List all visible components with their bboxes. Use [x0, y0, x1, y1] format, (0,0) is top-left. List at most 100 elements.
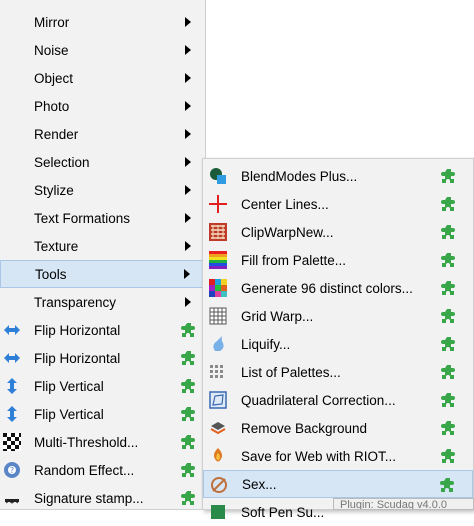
menu-item-sex[interactable]: Sex... [203, 470, 473, 498]
signature-stamp-icon [5, 499, 19, 504]
riot-icon [214, 448, 222, 462]
menu-item-blendmodes-plus[interactable]: BlendModes Plus... [203, 162, 473, 190]
menu-item-remove-background[interactable]: Remove Background [203, 414, 473, 442]
menu-item-label: Fill from Palette... [241, 252, 347, 268]
menu-item-photo[interactable]: Photo [0, 92, 205, 120]
checkerboard-icon [3, 433, 21, 451]
menu-item-list-of-palettes[interactable]: List of Palettes... [203, 358, 473, 386]
menu-item-label: Mirror [34, 14, 70, 30]
plugin-icon [181, 351, 195, 365]
menu-item-clipwarpnew[interactable]: ClipWarpNew... [203, 218, 473, 246]
svg-text:?: ? [10, 466, 14, 475]
menu-item-label: Flip Horizontal [34, 322, 121, 338]
plugin-icon [441, 253, 455, 267]
clipwarp-icon [209, 223, 227, 241]
menu-item-random-effect[interactable]: ? Random Effect... [0, 456, 205, 484]
menu-item-label: Text Formations [34, 210, 131, 226]
plugin-icon [440, 478, 454, 492]
plugin-icon [441, 225, 455, 239]
menu-item-label: Random Effect... [34, 462, 135, 478]
submenu-arrow-icon [185, 185, 191, 195]
flip-horizontal-icon [4, 325, 20, 335]
plugin-icon [441, 169, 455, 183]
menu-item-stylize[interactable]: Stylize [0, 176, 205, 204]
plugin-icon [441, 281, 455, 295]
menu-item-label: Signature stamp... [34, 490, 144, 506]
flip-vertical-icon [7, 406, 17, 422]
plugin-icon [441, 337, 455, 351]
menu-item-mirror[interactable]: Mirror [0, 8, 205, 36]
menu-item-label: Multi-Threshold... [34, 434, 139, 450]
menu-item-label: Flip Vertical [34, 378, 104, 394]
remove-background-icon [210, 422, 226, 435]
submenu-arrow-icon [185, 101, 191, 111]
submenu-arrow-icon [185, 129, 191, 139]
menu-item-label: Noise [34, 42, 69, 58]
palette-fill-icon [209, 251, 227, 269]
menu-item-noise[interactable]: Noise [0, 36, 205, 64]
menu-item-center-lines[interactable]: Center Lines... [203, 190, 473, 218]
center-lines-icon [209, 195, 227, 213]
menu-item-texture[interactable]: Texture [0, 232, 205, 260]
menu-item-selection[interactable]: Selection [0, 148, 205, 176]
menu-item-flip-horizontal-2[interactable]: Flip Horizontal [0, 344, 205, 372]
plugin-icon [181, 407, 195, 421]
plugin-icon [441, 365, 455, 379]
blendmodes-icon [210, 168, 226, 184]
plugin-tooltip: Plugin: Scudag v4.0.0 [333, 498, 474, 510]
menu-item-label: Object [34, 70, 74, 86]
palette-list-icon [210, 365, 223, 378]
menu-item-grid-warp[interactable]: Grid Warp... [203, 302, 473, 330]
menu-item-label: Grid Warp... [241, 308, 314, 324]
plugin-icon [181, 323, 195, 337]
menu-item-signature-stamp[interactable]: Signature stamp... [0, 484, 205, 512]
color-grid-icon [209, 279, 227, 297]
menu-item-fill-from-palette[interactable]: Fill from Palette... [203, 246, 473, 274]
menu-item-label: Stylize [34, 182, 74, 198]
submenu-arrow-icon [185, 157, 191, 167]
flip-horizontal-icon [4, 353, 20, 363]
menu-item-flip-horizontal[interactable]: Flip Horizontal [0, 316, 205, 344]
menu-item-label: Soft Pen Su... [241, 504, 325, 520]
plugin-icon [441, 197, 455, 211]
menu-item-label: Texture [34, 238, 79, 254]
menu-item-multi-threshold[interactable]: Multi-Threshold... [0, 428, 205, 456]
menu-item-label: List of Palettes... [241, 364, 341, 380]
menu-item-quadrilateral-correction[interactable]: Quadrilateral Correction... [203, 386, 473, 414]
menu-item-render[interactable]: Render [0, 120, 205, 148]
menu-item-text-formations[interactable]: Text Formations [0, 204, 205, 232]
tools-submenu: BlendModes Plus... Center Lines... ClipW… [202, 158, 474, 520]
submenu-arrow-icon [185, 17, 191, 27]
liquify-icon [213, 336, 224, 351]
plugin-icon [441, 421, 455, 435]
menu-item-save-for-web-riot[interactable]: Save for Web with RIOT... [203, 442, 473, 470]
quadrilateral-icon [209, 391, 227, 409]
plugin-icon [181, 463, 195, 477]
flip-vertical-icon [7, 378, 17, 394]
plugin-icon [181, 435, 195, 449]
menu-item-label: BlendModes Plus... [241, 168, 358, 184]
menu-item-label: Flip Horizontal [34, 350, 121, 366]
menu-item-generate-96-colors[interactable]: Generate 96 distinct colors... [203, 274, 473, 302]
menu-item-label: Liquify... [241, 336, 291, 352]
grid-warp-icon [209, 307, 227, 325]
menu-item-label: Sex... [242, 476, 277, 492]
plugin-icon [181, 379, 195, 393]
menu-item-label: Save for Web with RIOT... [241, 448, 397, 464]
menu-item-liquify[interactable]: Liquify... [203, 330, 473, 358]
submenu-arrow-icon [185, 241, 191, 251]
plugin-icon [441, 309, 455, 323]
submenu-arrow-icon [184, 269, 190, 279]
menu-item-label: Generate 96 distinct colors... [241, 280, 413, 296]
menu-item-label: Center Lines... [241, 196, 329, 212]
plugin-icon [441, 449, 455, 463]
menu-item-label: Tools [35, 266, 67, 282]
plugin-icon [441, 393, 455, 407]
menu-item-object[interactable]: Object [0, 64, 205, 92]
menu-item-transparency[interactable]: Transparency [0, 288, 205, 316]
menu-item-flip-vertical[interactable]: Flip Vertical [0, 372, 205, 400]
soft-pen-icon [211, 505, 225, 519]
menu-item-tools[interactable]: Tools [0, 260, 205, 288]
menu-item-flip-vertical-2[interactable]: Flip Vertical [0, 400, 205, 428]
menu-item-label: ClipWarpNew... [241, 224, 334, 240]
